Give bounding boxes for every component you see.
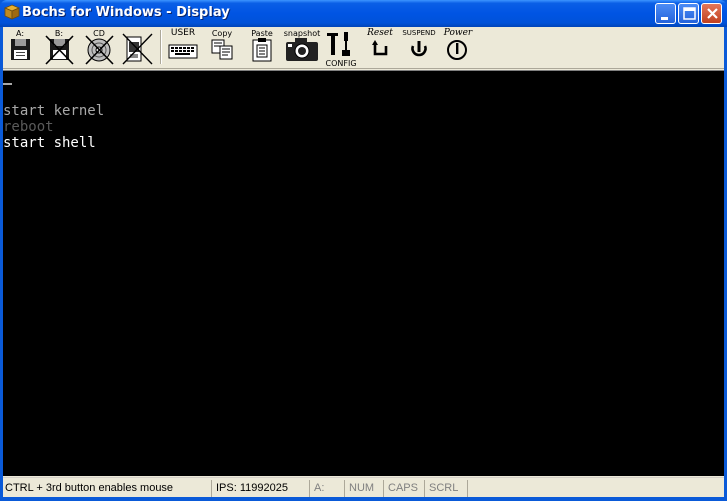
floppy-b-button[interactable]: B: [43, 28, 75, 66]
copy-icon [211, 39, 233, 60]
cdrom-button[interactable]: CD [83, 28, 115, 66]
minimize-button[interactable] [655, 3, 676, 24]
usb-disabled-icon [122, 33, 153, 65]
config-tools-icon [327, 32, 350, 56]
mouse-hint-text: CTRL + 3rd button enables mouse [5, 482, 174, 494]
usb-button[interactable] [120, 28, 154, 66]
config-label: CONFIG [325, 59, 357, 68]
toolbar-separator [160, 30, 162, 64]
cdrom-disabled-icon [85, 35, 114, 65]
bochs-app-icon[interactable] [3, 4, 21, 20]
reset-button[interactable]: Reset [363, 28, 397, 66]
title-bar[interactable]: Bochs for Windows - Display [0, 0, 727, 27]
vga-display[interactable]: start kernel reboot start shell [3, 70, 724, 476]
suspend-button[interactable]: SUSPEND [401, 28, 437, 66]
drive-a-indicator: A: [309, 480, 341, 497]
scroll-lock-indicator: SCRL [424, 480, 464, 497]
caps-lock-indicator: CAPS [383, 480, 421, 497]
floppy-disk-disabled-icon [45, 35, 74, 65]
paste-clipboard-icon [252, 38, 272, 62]
text-cursor [3, 83, 12, 85]
toolbar: A: B: CD USER Copy Paste snapshot CONFIG… [3, 27, 724, 69]
reset-icon [372, 40, 388, 56]
floppy-a-button[interactable]: A: [5, 28, 35, 66]
floppy-disk-icon [11, 39, 30, 60]
status-bar: CTRL + 3rd button enables mouse IPS: 119… [3, 477, 724, 497]
menu-option-reboot: reboot [3, 119, 54, 135]
status-bar-empty-cell [467, 480, 724, 497]
menu-option-start-shell: start shell [3, 135, 96, 151]
minimize-icon [661, 17, 668, 20]
camera-icon [286, 38, 318, 61]
copy-button[interactable]: Copy [207, 28, 237, 66]
paste-button[interactable]: Paste [247, 28, 277, 66]
maximize-button[interactable] [678, 3, 699, 24]
ips-readout: IPS: 11992025 [211, 480, 305, 497]
power-icon [447, 40, 467, 60]
menu-option-start-kernel: start kernel [3, 103, 105, 119]
close-button[interactable] [701, 3, 722, 24]
client-area: A: B: CD USER Copy Paste snapshot CONFIG… [3, 27, 724, 497]
maximize-icon [683, 7, 696, 20]
snapshot-button[interactable]: snapshot [283, 28, 321, 66]
config-button[interactable]: CONFIG [324, 28, 358, 68]
user-button[interactable]: USER [166, 28, 200, 66]
bochs-window: Bochs for Windows - Display A: B: CD USE… [0, 0, 727, 501]
num-lock-indicator: NUM [344, 480, 380, 497]
close-icon [707, 8, 718, 19]
window-title: Bochs for Windows - Display [22, 5, 230, 20]
power-button[interactable]: Power [440, 28, 476, 66]
keyboard-icon [168, 44, 198, 59]
suspend-icon [411, 41, 427, 57]
